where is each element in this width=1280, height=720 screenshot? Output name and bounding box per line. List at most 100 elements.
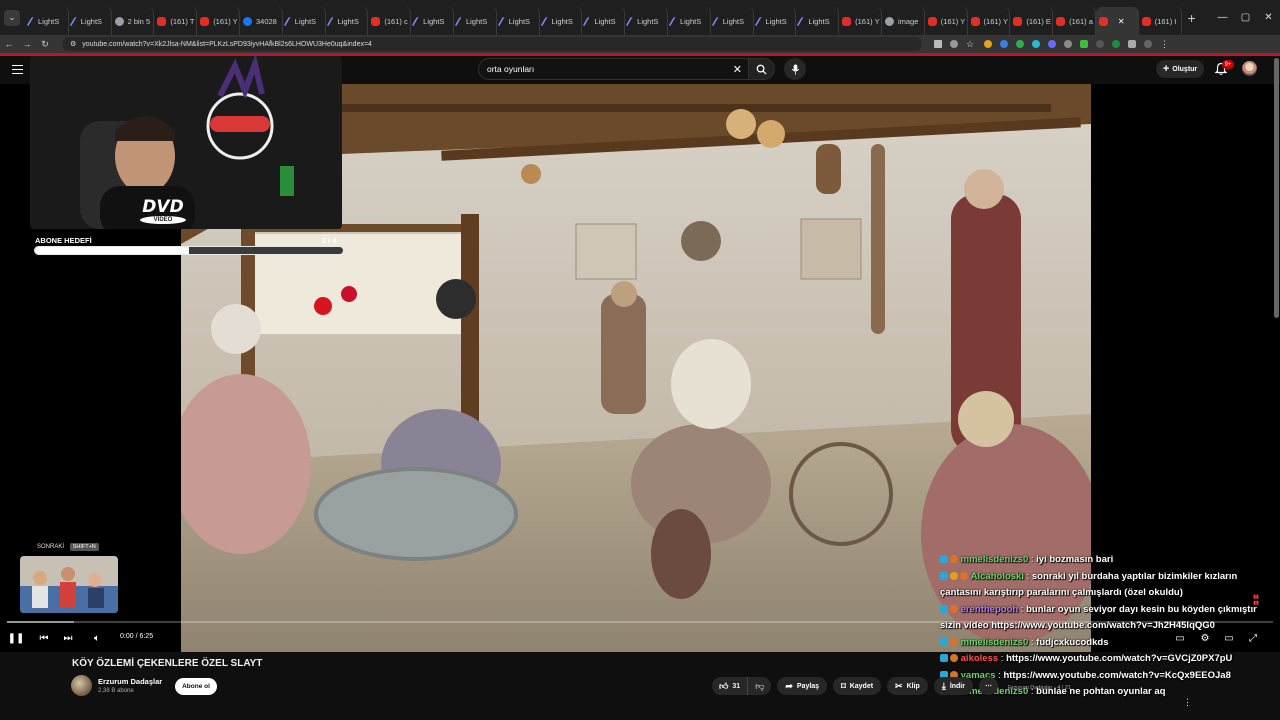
like-button[interactable]: 👍︎ 31	[712, 677, 749, 695]
reload-icon[interactable]: ↻	[36, 39, 54, 50]
browser-tab[interactable]: 34028	[240, 7, 283, 35]
clear-search-icon[interactable]: ✕	[733, 63, 742, 76]
extension-blue-icon[interactable]	[1000, 40, 1008, 48]
share-button[interactable]: ➦ Paylaş	[777, 677, 828, 695]
profile-icon[interactable]	[1144, 40, 1152, 48]
browser-tab[interactable]: LightS	[411, 7, 454, 35]
extension-g-icon[interactable]	[1112, 40, 1120, 48]
browser-tab[interactable]: (161) T	[154, 7, 198, 35]
browser-tab[interactable]: (161) Y	[925, 7, 968, 35]
chat-text: https://www.youtube.com/watch?v=GVCjZ0PX…	[1006, 653, 1233, 664]
extension-gray-icon[interactable]	[1064, 40, 1072, 48]
browser-tab[interactable]: LightS	[625, 7, 668, 35]
tab-label: LightS	[594, 16, 616, 26]
pen-icon	[26, 16, 37, 26]
browser-tab[interactable]: LightS	[69, 7, 112, 35]
next-icon[interactable]: ⏭	[61, 631, 75, 645]
browser-tab[interactable]: LightS	[753, 7, 797, 35]
browser-menu-icon[interactable]: ⋮	[1160, 40, 1169, 49]
extension-dot-icon[interactable]	[1096, 40, 1104, 48]
search-query: orta oyunları	[487, 64, 535, 74]
progress-bar[interactable]	[7, 621, 1273, 623]
chat-separator: :	[1028, 554, 1037, 565]
facebook-icon	[242, 16, 252, 26]
next-video-thumbnail[interactable]	[20, 556, 118, 613]
account-avatar[interactable]	[1242, 61, 1257, 76]
cast-icon[interactable]	[934, 40, 942, 48]
extension-purple-icon[interactable]	[1048, 40, 1056, 48]
bookmark-star-icon[interactable]: ☆	[966, 40, 976, 49]
tab-label: (161) Y	[213, 16, 238, 26]
browser-tab[interactable]: (161) a	[1053, 7, 1096, 35]
chat-badge-icon	[940, 604, 961, 615]
browser-tab[interactable]: (161) I	[1139, 7, 1182, 35]
browser-tab[interactable]: (161) Y	[968, 7, 1011, 35]
extension-c-icon[interactable]	[984, 40, 992, 48]
tab-list: LightS LightS 2 bin 5 (161) T (161) Y 34028 Li…	[26, 0, 1182, 35]
clip-button[interactable]: ✂ Klip	[887, 677, 928, 695]
channel-avatar[interactable]	[71, 675, 92, 696]
new-tab-icon[interactable]: +	[1188, 10, 1196, 26]
browser-tab[interactable]: 2 bin 5	[112, 7, 155, 35]
time-display: 0:00 / 6:25	[120, 633, 154, 640]
url-field[interactable]: ⚙ youtube.com/watch?v=Xk2Jlsa-NM&list=PL…	[62, 37, 922, 51]
site-info-icon[interactable]: ⚙	[70, 40, 76, 48]
search-button[interactable]	[748, 58, 775, 80]
browser-tab[interactable]: LightS	[796, 7, 840, 35]
browser-tab[interactable]: LightS	[668, 7, 711, 35]
miniplayer-icon[interactable]: ▭	[1173, 631, 1187, 645]
browser-tab[interactable]: image	[882, 7, 925, 35]
browser-tab[interactable]: LightS	[454, 7, 497, 35]
save-button[interactable]: ⌑ Kaydet	[833, 677, 882, 695]
browser-tab[interactable]: LightS	[711, 7, 754, 35]
menu-icon[interactable]	[12, 65, 23, 74]
browser-tab[interactable]: LightS	[582, 7, 626, 35]
page-scrollbar[interactable]	[1274, 58, 1279, 318]
search-input[interactable]: orta oyunları ✕	[478, 58, 748, 80]
extension-cyan-icon[interactable]	[1032, 40, 1040, 48]
theater-mode-icon[interactable]: ▭	[1222, 631, 1236, 645]
chat-message: Alcaholoski : sonraki yıl burdaha yaptıl…	[940, 569, 1270, 602]
channel-name[interactable]: Erzurum Dadaşlar	[98, 677, 162, 686]
pen-icon	[454, 16, 465, 26]
voice-search-button[interactable]	[784, 58, 806, 80]
previous-icon[interactable]: ⏮	[37, 631, 51, 645]
chat-text: iyi bozmasın bari	[1036, 554, 1114, 565]
create-button[interactable]: + Oluştur	[1156, 60, 1204, 78]
more-actions-button[interactable]: ⋯	[978, 677, 998, 695]
next-label-text: SONRAKİ	[37, 544, 65, 550]
browser-tab[interactable]: (161) Y	[839, 7, 882, 35]
subscribe-button[interactable]: Abone ol	[175, 678, 217, 695]
extension-lime-icon[interactable]	[1080, 40, 1088, 48]
fullscreen-icon[interactable]: ⤢	[1246, 631, 1260, 645]
minimize-icon[interactable]: —	[1211, 12, 1234, 23]
thumbs-down-icon: 👎︎	[755, 680, 765, 691]
settings-gear-icon[interactable]: ⚙	[1198, 631, 1212, 645]
tab-label: LightS	[765, 16, 787, 26]
tab-close-icon[interactable]: ✕	[1118, 17, 1125, 26]
chat-username: Alcaholoski	[970, 570, 1024, 582]
playlist-menu-icon[interactable]: ⋮	[1183, 697, 1192, 708]
browser-tab[interactable]: LightS	[539, 7, 583, 35]
close-window-icon[interactable]: ✕	[1257, 12, 1280, 23]
browser-tab[interactable]: LightS	[26, 7, 69, 35]
tab-search-icon[interactable]: ⌄	[4, 9, 20, 26]
browser-tab[interactable]: (161) Y	[197, 7, 240, 35]
extension-green-icon[interactable]	[1016, 40, 1024, 48]
tab-active[interactable]: ✕	[1095, 7, 1139, 35]
back-icon[interactable]: ←	[0, 39, 18, 49]
browser-tab[interactable]: LightS	[325, 7, 369, 35]
hide-icon[interactable]	[950, 40, 958, 48]
maximize-icon[interactable]: ▢	[1234, 12, 1257, 23]
next-video-label: SONRAKİ SHIFT+N	[37, 543, 99, 551]
browser-tab[interactable]: (161) E	[1010, 7, 1054, 35]
forward-icon[interactable]: →	[18, 39, 36, 49]
extensions-puzzle-icon[interactable]	[1128, 40, 1136, 48]
browser-tab[interactable]: (161) c	[368, 7, 412, 35]
pause-icon[interactable]: ❚❚	[8, 631, 25, 645]
dislike-button[interactable]: 👎︎	[748, 677, 771, 695]
browser-tab[interactable]: LightS	[283, 7, 326, 35]
volume-icon[interactable]: 🔈︎	[90, 631, 104, 645]
download-button[interactable]: ⤓ İndir	[933, 677, 973, 695]
browser-tab[interactable]: LightS	[497, 7, 540, 35]
